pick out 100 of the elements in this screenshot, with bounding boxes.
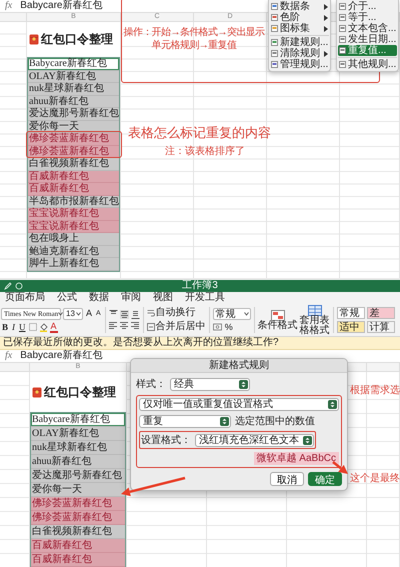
number-format-dropdown[interactable]: 常规 (212, 308, 251, 320)
font-color-button[interactable]: A (50, 322, 58, 332)
field-label: 样式： (136, 378, 166, 391)
cell-style-button[interactable]: 适中 (336, 321, 365, 333)
stepper-icon (328, 400, 337, 409)
conditional-format-icon (270, 310, 285, 320)
cell-style-button[interactable]: 常规 (336, 307, 365, 319)
table-cell: 百威新春红包 (31, 553, 125, 567)
table-cell: 脚牛上新春红包 (28, 258, 119, 270)
format-dropdown[interactable]: 浅红填充色深红色文本 (195, 434, 314, 446)
table-cell: 爱达魔那号新春红包 (31, 469, 125, 483)
sheet-title: 红包口令整理 (44, 384, 116, 400)
table-cell: 佛珍荟蓝新春红包 (31, 497, 125, 511)
menu-item[interactable]: 新建规则... (270, 37, 330, 48)
circle-icon[interactable] (15, 282, 23, 290)
annotation-text: 根据需求选 (350, 384, 400, 397)
increase-font-button[interactable]: A (85, 308, 94, 319)
fill-color-icon[interactable] (38, 322, 48, 332)
submenu-arrow-icon (324, 50, 328, 56)
info-bar: 已保存最近所做的更改。是否想要从上次离开的位置继续工作? (0, 337, 400, 350)
menu-item[interactable]: 管理规则... (270, 59, 330, 70)
field-hint: 选定范围中的数值 (235, 414, 315, 428)
instruction-text: 操作：开始→条件格式→突出显示 (123, 26, 265, 39)
menu-item[interactable]: 其他规则... (338, 59, 398, 70)
envelope-icon (29, 34, 39, 45)
table-cell: 百威新春红包 (31, 539, 125, 553)
menu-tab[interactable]: 数据 (89, 292, 109, 304)
table-format-button[interactable]: 套用表格格式 (300, 304, 330, 336)
align-left-icon[interactable] (108, 321, 118, 330)
menu-item[interactable]: 介于... (338, 1, 398, 12)
envelope-icon (32, 386, 42, 398)
menu-item[interactable]: 清除规则 (270, 48, 330, 59)
table-cell: 佛珍荟蓝新春红包 (28, 133, 119, 146)
wrap-text-icon (146, 309, 155, 317)
menu-item[interactable]: 文本包含... (338, 23, 398, 34)
window-title: 工作簿3 (182, 280, 218, 292)
menu-item[interactable]: 重复值... (338, 45, 398, 56)
function-label: fx (5, 350, 12, 362)
dialog-title: 新建格式规则 (131, 359, 347, 373)
bold-button[interactable]: B (1, 322, 10, 332)
table-cell: nuk星球新春红包 (28, 83, 119, 96)
table-cell: 鲍迪克新春红包 (28, 246, 119, 258)
table-cell: OLAY新春红包 (31, 427, 125, 441)
chevron-icon (76, 312, 81, 316)
percent-button[interactable]: % (224, 322, 234, 332)
italic-button[interactable]: I (11, 322, 16, 332)
menu-tab[interactable]: 审阅 (121, 292, 141, 304)
table-cell: ahuu新春红包 (28, 96, 119, 108)
currency-icon[interactable] (212, 323, 222, 331)
menu-tab[interactable]: 页面布局 (5, 292, 45, 304)
menu-item[interactable]: 色阶 (270, 12, 330, 23)
table-cell: 爱达魔那号新春红包 (28, 108, 119, 120)
chevron-icon (58, 312, 64, 316)
wrap-text-button[interactable]: 自动换行 (146, 307, 206, 319)
format-preview: 微软卓越 AaBbCc (254, 452, 339, 465)
merge-cells-icon (146, 323, 155, 331)
cell-style-button[interactable]: 计算 (366, 321, 395, 333)
table-cell: ahuu新春红包 (31, 455, 125, 469)
table-format-icon (308, 304, 322, 316)
function-label: fx (5, 0, 12, 12)
rule-type-dropdown[interactable]: 仅对唯一值或重复值设置格式 (139, 398, 339, 411)
note: 注：该表格排序了 (165, 144, 245, 158)
table-cell: 宝宝说新春红包 (28, 208, 119, 220)
table-cell: Babycare新春红包 (31, 413, 125, 427)
font-size-dropdown[interactable]: 13 (63, 308, 83, 320)
menu-tab[interactable]: 开发工具 (185, 292, 225, 304)
border-icon[interactable] (28, 323, 37, 331)
cell-style-button[interactable]: 差 (366, 307, 395, 319)
table-cell: 佛珍荟蓝新春红包 (31, 511, 125, 525)
style-dropdown[interactable]: 经典 (170, 378, 250, 390)
conditional-format-button[interactable]: 条件格式 (258, 310, 298, 330)
menu-item[interactable]: 数据条 (270, 1, 330, 12)
align-middle-icon[interactable] (120, 310, 129, 319)
align-right-icon[interactable] (130, 321, 140, 330)
stepper-icon (303, 436, 312, 444)
match-dropdown[interactable]: 重复 (139, 414, 231, 428)
table-cell: 爱你每一天 (31, 483, 125, 497)
align-bottom-icon[interactable] (130, 310, 140, 319)
menu-item[interactable]: 等于... (338, 12, 398, 23)
menu-item[interactable]: 发生日期... (338, 34, 398, 45)
menu-tab[interactable]: 视图 (153, 292, 173, 304)
stepper-icon (220, 416, 229, 426)
table-cell: 包在哦身上 (28, 233, 119, 246)
pencil-icon[interactable] (4, 282, 12, 290)
table-cell: 宝宝说新春红包 (28, 220, 119, 233)
table-cell: OLAY新春红包 (28, 70, 119, 83)
arrow (332, 461, 348, 474)
formula-value: Babycare新春红包 (20, 350, 102, 362)
table-cell: Babycare新春红包 (28, 58, 119, 70)
table-cell: nuk星球新春红包 (31, 441, 125, 455)
cancel-button[interactable]: 取消 (270, 472, 304, 486)
merge-center-button[interactable]: 合并后居中 (146, 321, 206, 333)
underline-button[interactable]: U (18, 322, 27, 332)
menu-tab[interactable]: 公式 (57, 292, 77, 304)
table-cell: 白雀视频新春红包 (28, 158, 119, 170)
table-cell: 百威新春红包 (28, 183, 119, 196)
confirm-button[interactable]: 确定 (308, 472, 342, 486)
table-cell: 半岛都市报新春红包 (28, 196, 119, 208)
align-center-icon[interactable] (120, 321, 129, 330)
annotation-text: 这个是最终 (350, 472, 400, 485)
